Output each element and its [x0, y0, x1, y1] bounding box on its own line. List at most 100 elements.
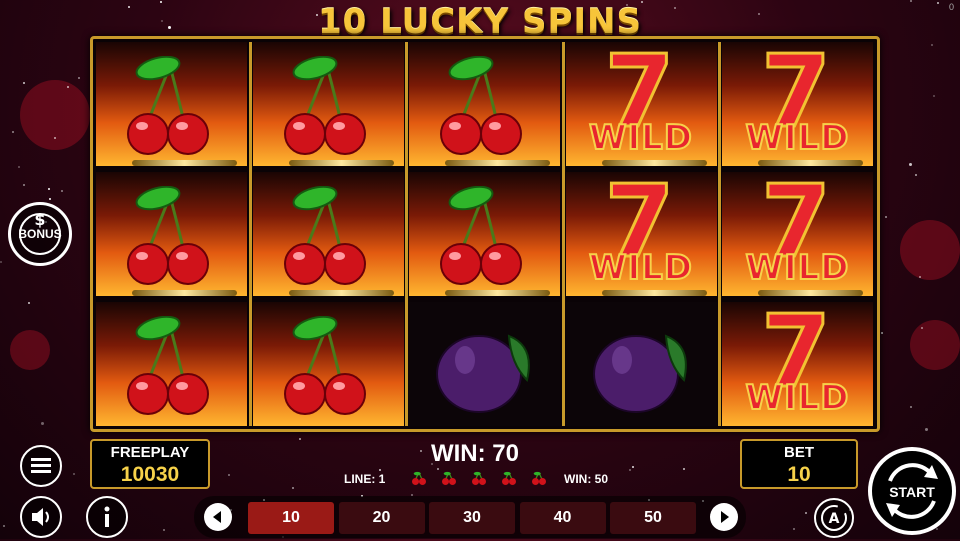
bet-next-button[interactable]: [710, 503, 738, 531]
mini-cherry-icon: [502, 471, 516, 485]
reel: 7 WILD 7 WILD: [565, 42, 717, 426]
payline-marker: [288, 290, 394, 296]
reel-divider: [405, 42, 408, 426]
cherry-icon: [127, 316, 209, 415]
wild-label: WILD: [744, 377, 850, 419]
sparkle: [881, 332, 883, 334]
wild-label: WILD: [588, 117, 694, 159]
sparkle: [299, 438, 301, 440]
bet-option[interactable]: 20: [338, 502, 425, 534]
reel: [96, 42, 247, 426]
cherry-symbol: [252, 172, 404, 296]
sparkle: [48, 188, 50, 190]
reel-divider: [248, 42, 252, 426]
info-icon: [104, 506, 110, 527]
wild-label: WILD: [588, 247, 694, 289]
bet-prev-button[interactable]: [204, 503, 232, 531]
wild-symbol: 7 WILD: [565, 42, 717, 166]
sparkle: [18, 166, 20, 168]
sparkle: [23, 82, 25, 84]
sparkle: [379, 469, 381, 471]
sound-button[interactable]: [20, 496, 62, 538]
wild-label: WILD: [744, 247, 850, 289]
sparkle: [921, 327, 923, 329]
payline-marker: [288, 160, 394, 166]
payline-marker: [445, 290, 550, 296]
hamburger-icon: [31, 458, 51, 473]
reel: 7 WILD 7 WILD 7 WILD: [722, 42, 873, 426]
bet-panel: BET 10: [740, 439, 858, 489]
payline-marker: [132, 160, 237, 166]
cherry-icon: [440, 186, 522, 285]
cherry-symbol: [252, 302, 404, 426]
autoplay-icon: A: [821, 505, 847, 531]
sparkle: [3, 525, 5, 527]
cherry-symbol: [96, 172, 247, 296]
menu-button[interactable]: [20, 445, 62, 487]
cherry-symbol: [96, 302, 247, 426]
sparkle: [933, 95, 935, 97]
plum-symbol: [565, 302, 717, 426]
chevron-right-icon: [721, 511, 729, 523]
line-win-value: WIN: 50: [564, 472, 609, 486]
reel-divider: [561, 42, 565, 426]
sparkle: [61, 190, 63, 192]
cherry-icon: [283, 186, 366, 285]
sparkle: [292, 487, 294, 489]
start-button[interactable]: START: [868, 447, 956, 535]
sparkle: [78, 77, 80, 79]
sparkle: [915, 174, 917, 176]
sparkle: [793, 528, 795, 530]
sparkle: [73, 473, 75, 475]
bet-value: 10: [787, 463, 811, 486]
sparkle: [163, 529, 165, 531]
mini-cherry-icon: [532, 471, 546, 485]
plum-symbol: [409, 302, 560, 426]
cherry-symbol: [409, 172, 560, 296]
sparkle: [54, 137, 56, 139]
freeplay-label: FREEPLAY: [110, 444, 190, 461]
bet-label: BET: [784, 444, 814, 461]
sparkle: [632, 466, 634, 468]
sparkle: [885, 216, 887, 218]
mini-cherry-icon: [442, 471, 456, 485]
cherry-icon: [127, 186, 209, 285]
sparkle: [228, 474, 230, 476]
wild-symbol: 7 WILD: [565, 172, 717, 296]
bet-option[interactable]: 40: [519, 502, 606, 534]
chevron-left-icon: [213, 511, 221, 523]
sparkle: [12, 131, 14, 133]
cherry-icon: [440, 56, 522, 155]
reel-divider: [718, 42, 721, 426]
sparkle: [909, 163, 912, 166]
bet-option[interactable]: 10: [248, 502, 334, 534]
bet-option[interactable]: 30: [429, 502, 515, 534]
mini-cherry-icon: [412, 471, 426, 485]
sparkle: [629, 469, 631, 471]
reel-window: 7 WILD 7 WILD 7 WILD 7 WILD 7 WILD: [90, 36, 880, 432]
bonus-label: BONUS: [18, 227, 62, 241]
sparkle: [925, 428, 928, 431]
payline-marker: [601, 160, 707, 166]
plum-icon: [436, 334, 530, 413]
line-number: LINE: 1: [344, 472, 386, 486]
sparkle: [910, 406, 912, 408]
payline-marker: [758, 160, 863, 166]
bet-option[interactable]: 50: [610, 502, 696, 534]
wild-symbol: 7 WILD: [722, 172, 873, 296]
cherry-symbol: [96, 42, 247, 166]
sparkle: [49, 198, 51, 200]
wild-label: WILD: [744, 117, 850, 159]
cherry-icon: [127, 56, 209, 155]
line-symbols: [404, 470, 554, 485]
sparkle: [28, 302, 30, 304]
info-button[interactable]: [86, 496, 128, 538]
autoplay-button[interactable]: A: [814, 498, 854, 538]
reel: [252, 42, 404, 426]
sparkle: [41, 422, 44, 425]
sparkle: [683, 468, 685, 470]
cherry-icon: [283, 316, 366, 415]
wild-symbol: 7 WILD: [722, 302, 873, 426]
bonus-button[interactable]: $ BONUS: [8, 202, 72, 266]
payline-marker: [601, 290, 707, 296]
